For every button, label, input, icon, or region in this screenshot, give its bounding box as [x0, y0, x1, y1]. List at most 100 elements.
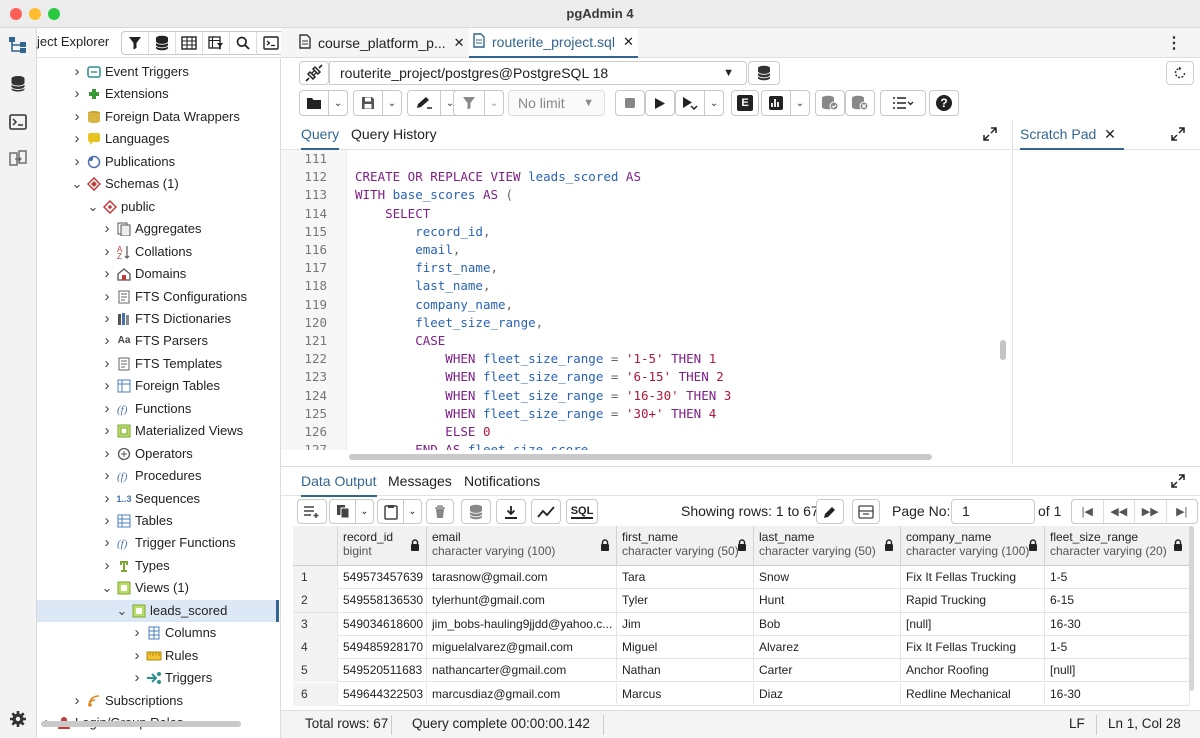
tree-item[interactable]: › Materialized Views [100, 420, 244, 442]
table-cell[interactable]: Tara [617, 566, 754, 589]
chevron-right-icon[interactable]: › [100, 532, 114, 554]
table-cell[interactable]: Bob [754, 612, 901, 636]
table-cell[interactable]: Hunt [754, 589, 901, 613]
last-page-icon[interactable]: ▶| [1167, 500, 1198, 523]
object-explorer-icon[interactable] [6, 33, 30, 57]
table-cell[interactable]: miguelalvarez@gmail.com [427, 635, 617, 659]
chevron-right-icon[interactable]: › [100, 308, 114, 330]
chevron-right-icon[interactable]: › [130, 667, 144, 689]
stop-button[interactable] [615, 90, 645, 116]
column-header[interactable]: last_name character varying (50) [754, 526, 901, 566]
table-cell[interactable]: Redline Mechanical [901, 682, 1045, 706]
table-row[interactable]: 4 549485928170 miguelalvarez@gmail.com Migu… [293, 635, 1190, 660]
filter-rows-dropdown[interactable]: ⌄ [485, 90, 504, 116]
table-cell[interactable]: 1-5 [1045, 635, 1190, 659]
refresh-icon[interactable] [1166, 61, 1194, 85]
table-cell[interactable]: 6-15 [1045, 589, 1190, 613]
tree-item[interactable]: › Types [100, 555, 170, 577]
delete-icon[interactable] [426, 499, 454, 524]
tab-notifications[interactable]: Notifications [464, 467, 540, 497]
table-cell[interactable]: 16-30 [1045, 682, 1190, 706]
scratch-pad-textarea[interactable] [1012, 150, 1200, 464]
chevron-right-icon[interactable]: › [70, 83, 84, 105]
table-cell[interactable]: jim_bobs-hauling9jjdd@yahoo.c... [427, 612, 617, 636]
maximize-icon[interactable] [1171, 127, 1187, 143]
column-header[interactable]: record_id bigint [338, 526, 427, 566]
table-cell[interactable]: Fix It Fellas Trucking [901, 566, 1045, 589]
tree-item[interactable]: › Event Triggers [70, 61, 189, 83]
explain-dropdown[interactable]: ⌄ [791, 90, 810, 116]
copy-icon[interactable] [329, 499, 356, 524]
table-cell[interactable]: 549485928170 [338, 635, 427, 659]
execute-button[interactable] [645, 90, 675, 116]
tree-item[interactable]: ⌄ Views (1) [100, 577, 189, 599]
search-icon[interactable] [230, 32, 257, 54]
tree-item[interactable]: › FTS Dictionaries [100, 308, 232, 330]
table-cell[interactable]: tylerhunt@gmail.com [427, 589, 617, 613]
open-file-button[interactable] [299, 90, 329, 116]
tree-item[interactable]: › (f) Functions [100, 398, 192, 420]
filter-rows-button[interactable] [453, 90, 485, 116]
tab-routerite-project[interactable]: routerite_project.sql ✕ [469, 28, 638, 58]
chevron-right-icon[interactable]: › [100, 218, 114, 240]
database-icon[interactable] [6, 72, 30, 96]
copy-dropdown[interactable]: ⌄ [356, 499, 374, 524]
chevron-right-icon[interactable]: › [100, 443, 114, 465]
tree-item[interactable]: › Columns [130, 622, 217, 644]
tree-item[interactable]: ⌄ public [86, 196, 155, 218]
maximize-icon[interactable] [983, 127, 999, 143]
table-cell[interactable]: nathancarter@gmail.com [427, 659, 617, 683]
sql-button[interactable]: SQL [566, 499, 598, 524]
schema-diff-icon[interactable] [6, 147, 30, 171]
save-file-dropdown[interactable]: ⌄ [383, 90, 402, 116]
explain-analyze-button[interactable] [761, 90, 791, 116]
table-cell[interactable]: 549644322503 [338, 682, 427, 706]
execute-dropdown[interactable]: ⌄ [705, 90, 724, 116]
tree-item[interactable]: › FTS Configurations [100, 286, 248, 308]
chevron-right-icon[interactable]: › [100, 420, 114, 442]
tree-item[interactable]: › Triggers [130, 667, 213, 689]
data-grid[interactable]: record_id bigint email character varying (1… [293, 526, 1190, 720]
tree-item[interactable]: › Domains [100, 263, 187, 285]
row-number-cell[interactable]: 1 [293, 566, 338, 589]
view-data-icon[interactable] [176, 32, 203, 54]
table-cell[interactable]: Anchor Roofing [901, 659, 1045, 683]
table-row[interactable]: 2 549558136530 tylerhunt@gmail.com Tyler Hun… [293, 589, 1190, 613]
row-number-cell[interactable]: 3 [293, 612, 338, 636]
terminal-icon[interactable] [6, 110, 30, 134]
row-number-header[interactable] [293, 526, 338, 566]
chevron-right-icon[interactable]: › [70, 128, 84, 150]
chevron-right-icon[interactable]: › [100, 263, 114, 285]
tab-data-output[interactable]: Data Output [301, 467, 377, 497]
tree-item[interactable]: ⌄ leads_scored [115, 600, 228, 622]
tree-item[interactable]: › Extensions [70, 83, 169, 105]
chevron-right-icon[interactable]: › [100, 555, 114, 577]
rollback-button[interactable] [845, 90, 875, 116]
table-cell[interactable]: 549558136530 [338, 589, 427, 613]
table-cell[interactable]: 1-5 [1045, 566, 1190, 589]
paste-dropdown[interactable]: ⌄ [404, 499, 422, 524]
add-row-icon[interactable] [297, 499, 327, 524]
tree-item[interactable]: › Rules [130, 645, 199, 667]
tab-query-history[interactable]: Query History [351, 120, 437, 150]
filtered-rows-icon[interactable] [203, 32, 230, 54]
table-cell[interactable]: Fix It Fellas Trucking [901, 635, 1045, 659]
tab-scratch-pad[interactable]: Scratch Pad ✕ [1020, 120, 1124, 150]
chevron-right-icon[interactable]: › [100, 353, 114, 375]
column-header[interactable]: company_name character varying (100) [901, 526, 1045, 566]
table-cell[interactable]: Tyler [617, 589, 754, 613]
sql-editor[interactable]: 111 112 113 114 115 116 117 118 119 120 121 122 123 1… [281, 150, 1011, 450]
grid-vertical-scrollbar[interactable] [1189, 526, 1194, 691]
page-number-input[interactable]: 1 [951, 499, 1035, 524]
tree-item[interactable]: › Languages [70, 128, 170, 150]
table-cell[interactable]: Marcus [617, 682, 754, 706]
table-cell[interactable]: 549573457639 [338, 566, 427, 589]
close-icon[interactable]: ✕ [1104, 126, 1116, 142]
paste-icon[interactable] [377, 499, 404, 524]
table-cell[interactable]: 16-30 [1045, 612, 1190, 636]
pagination-settings-icon[interactable] [852, 499, 880, 524]
save-file-button[interactable] [353, 90, 383, 116]
macros-button[interactable] [880, 90, 926, 116]
save-data-icon[interactable] [461, 499, 491, 524]
tree-item[interactable]: › Foreign Tables [100, 375, 221, 397]
